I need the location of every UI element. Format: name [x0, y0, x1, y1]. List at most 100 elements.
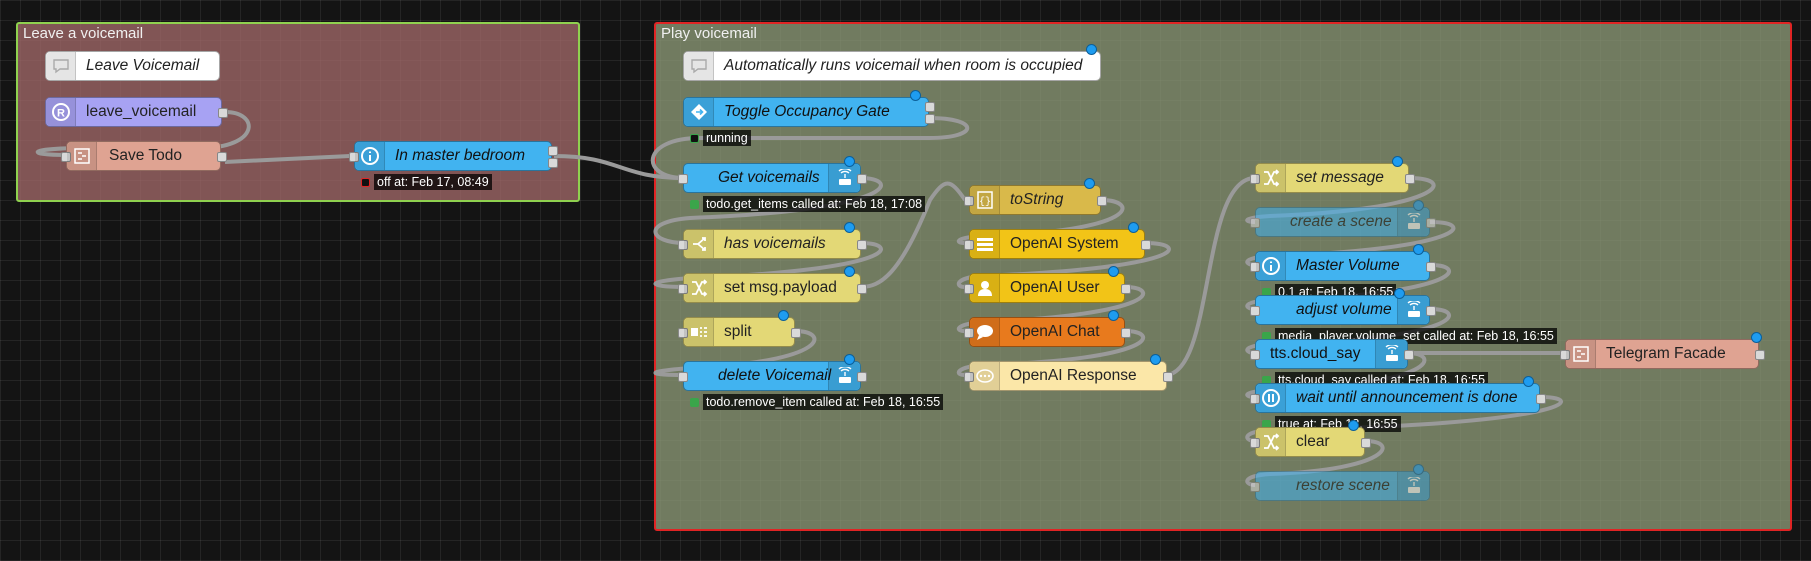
status-indicator: [690, 199, 699, 209]
output-port[interactable]: [857, 372, 867, 382]
node-label: Toggle Occupancy Gate: [724, 103, 890, 120]
node-label: set msg.payload: [724, 279, 837, 296]
subflow-icon: [1566, 340, 1596, 368]
node-label: split: [724, 323, 752, 340]
input-port[interactable]: [1250, 218, 1260, 228]
node-label: restore scene: [1296, 477, 1390, 494]
input-port[interactable]: [1250, 306, 1260, 316]
node-label: delete Voicemail: [718, 367, 832, 384]
output-port[interactable]: [1404, 350, 1414, 360]
output-port[interactable]: [218, 108, 228, 118]
output-port[interactable]: [1536, 394, 1546, 404]
output-port[interactable]: [1141, 240, 1151, 250]
changed-indicator: [1392, 156, 1403, 167]
output-port[interactable]: [1163, 372, 1173, 382]
node-label: create a scene: [1290, 213, 1392, 230]
pause-icon: [1256, 384, 1286, 412]
input-port[interactable]: [1250, 482, 1260, 492]
output-port[interactable]: [857, 284, 867, 294]
output-port[interactable]: [791, 328, 801, 338]
output-port[interactable]: [1121, 284, 1131, 294]
node-telegram-facade[interactable]: Telegram Facade: [1560, 332, 1765, 369]
output-port[interactable]: [1755, 350, 1765, 360]
changed-indicator: [844, 222, 855, 233]
gate-icon: [684, 98, 714, 126]
user-icon: [970, 274, 1000, 302]
node-auto-comment[interactable]: Automatically runs voicemail when room i…: [683, 44, 1101, 81]
node-openai-chat[interactable]: OpenAI Chat: [964, 310, 1131, 347]
node-label: adjust volume: [1296, 301, 1392, 318]
changed-indicator: [1108, 266, 1119, 277]
list-icon: [970, 230, 1000, 258]
status-get-voicemails: todo.get_items called at: Feb 18, 17:08: [690, 196, 926, 212]
node-label: Master Volume: [1296, 257, 1400, 274]
service-icon: [1397, 472, 1429, 500]
node-set-message[interactable]: set message: [1250, 156, 1415, 193]
changed-indicator: [1523, 376, 1534, 387]
changed-indicator: [1413, 244, 1424, 255]
node-restore-scene[interactable]: restore scene: [1250, 464, 1430, 501]
node-save-todo[interactable]: Save Todo: [61, 141, 227, 171]
comment-icon: [46, 52, 76, 80]
output-port[interactable]: [1121, 328, 1131, 338]
node-get-voicemails[interactable]: Get voicemails: [678, 156, 867, 193]
node-to-string[interactable]: {} toString: [964, 178, 1107, 215]
status-toggle-occupancy: running: [690, 130, 751, 146]
node-label: wait until announcement is done: [1296, 389, 1518, 406]
node-openai-user[interactable]: OpenAI User: [964, 266, 1131, 303]
node-adjust-volume[interactable]: adjust volume: [1250, 288, 1436, 325]
node-has-voicemails[interactable]: has voicemails: [678, 222, 867, 259]
status-text: todo.remove_item called at: Feb 18, 16:5…: [703, 394, 944, 410]
output-port[interactable]: [1405, 174, 1415, 184]
svg-text:{}: {}: [978, 196, 990, 208]
node-label: set message: [1296, 169, 1384, 186]
node-label: Automatically runs voicemail when room i…: [724, 57, 1083, 74]
node-openai-response[interactable]: OpenAI Response: [964, 354, 1173, 391]
input-port[interactable]: [1250, 350, 1260, 360]
output-port[interactable]: [1426, 262, 1436, 272]
changed-indicator: [1128, 222, 1139, 233]
node-label: OpenAI Response: [1010, 367, 1137, 384]
node-label: has voicemails: [724, 235, 826, 252]
node-leave-voicemail-comment[interactable]: Leave Voicemail: [45, 51, 220, 81]
output-port[interactable]: [548, 158, 558, 168]
output-port[interactable]: [217, 152, 227, 162]
status-text: todo.get_items called at: Feb 18, 17:08: [703, 196, 926, 212]
node-label: clear: [1296, 433, 1330, 450]
output-port[interactable]: [857, 174, 867, 184]
output-port[interactable]: [925, 102, 935, 112]
node-label: tts.cloud_say: [1270, 345, 1361, 362]
status-text: running: [703, 130, 751, 146]
node-label: Get voicemails: [718, 169, 820, 186]
status-text: off at: Feb 17, 08:49: [374, 174, 492, 190]
status-indicator: [361, 177, 370, 187]
node-clear[interactable]: clear: [1250, 420, 1371, 457]
node-master-volume[interactable]: Master Volume: [1250, 244, 1436, 281]
node-delete-voicemail[interactable]: delete Voicemail: [678, 354, 867, 391]
split-icon: [684, 318, 714, 346]
input-port[interactable]: [678, 372, 688, 382]
registered-icon: R: [46, 98, 76, 126]
node-tts-cloud-say[interactable]: tts.cloud_say: [1250, 339, 1414, 369]
output-port[interactable]: [1097, 196, 1107, 206]
input-port[interactable]: [678, 174, 688, 184]
changed-indicator: [1413, 464, 1424, 475]
output-port[interactable]: [1426, 218, 1436, 228]
output-port[interactable]: [925, 114, 935, 124]
node-create-scene[interactable]: create a scene: [1250, 200, 1436, 237]
node-wait-announcement[interactable]: wait until announcement is done: [1250, 376, 1546, 413]
output-port[interactable]: [1361, 438, 1371, 448]
node-split[interactable]: split: [678, 310, 801, 347]
node-openai-system[interactable]: OpenAI System: [964, 222, 1151, 259]
node-set-msg-payload[interactable]: set msg.payload: [678, 266, 867, 303]
changed-indicator: [1413, 200, 1424, 211]
changed-indicator: [844, 266, 855, 277]
output-port[interactable]: [857, 240, 867, 250]
node-leave-voicemail[interactable]: R leave_voicemail: [45, 97, 228, 127]
output-port[interactable]: [548, 146, 558, 156]
wires-layer: [35, 110, 1565, 487]
output-port[interactable]: [1426, 306, 1436, 316]
node-in-master-bedroom[interactable]: In master bedroom: [349, 141, 558, 171]
node-toggle-occupancy-gate[interactable]: Toggle Occupancy Gate: [683, 90, 935, 127]
chat-icon: [970, 318, 1000, 346]
